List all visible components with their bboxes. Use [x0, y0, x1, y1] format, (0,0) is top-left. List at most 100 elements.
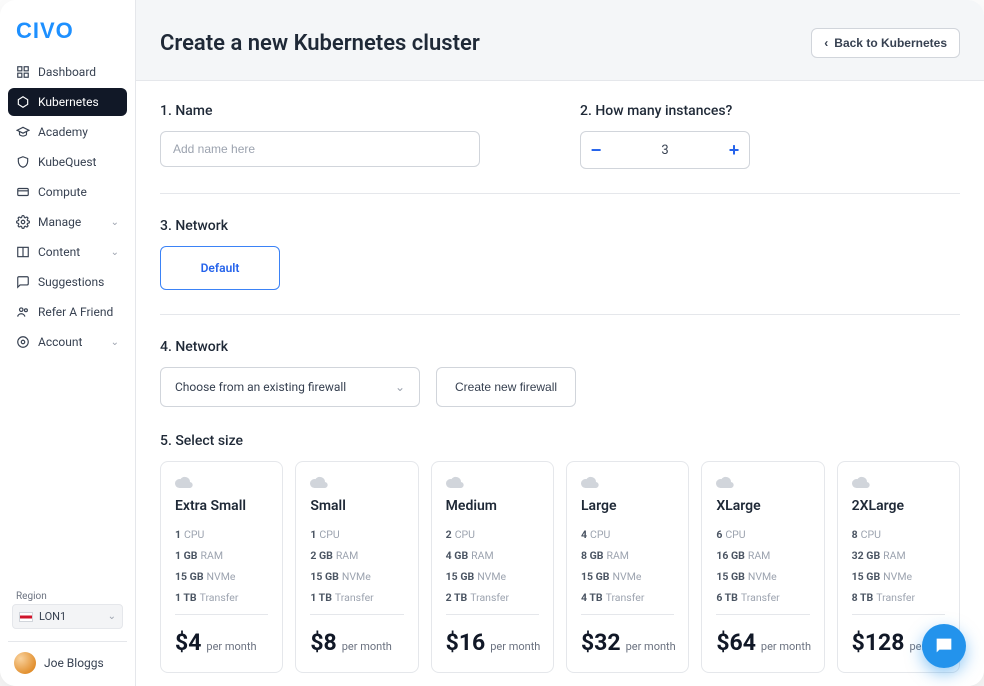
sidebar-item-suggestions[interactable]: Suggestions [8, 268, 127, 296]
nvme-spec: 15 GBNVMe [581, 570, 674, 583]
price-row: $64 per month [716, 614, 809, 656]
region-value: LON1 [39, 610, 66, 623]
gear-icon [16, 215, 30, 229]
size-name: 2XLarge [852, 498, 945, 514]
size-card-large[interactable]: Large 4CPU 8 GBRAM 15 GBNVMe 4 TBTransfe… [566, 461, 689, 673]
chevron-down-icon: ⌄ [108, 611, 116, 622]
cloud-icon [175, 476, 268, 492]
nvme-spec: 15 GBNVMe [852, 570, 945, 583]
user-name: Joe Bloggs [44, 656, 104, 670]
ram-spec: 16 GBRAM [716, 549, 809, 562]
sidebar-item-label: Account [38, 335, 82, 349]
chevron-down-icon: ⌄ [395, 380, 405, 394]
sidebar-item-label: Refer A Friend [38, 305, 113, 319]
sidebar-item-label: Manage [38, 215, 81, 229]
network-default-option[interactable]: Default [160, 246, 280, 290]
sidebar-item-label: Kubernetes [38, 95, 99, 109]
size-card-extra-small[interactable]: Extra Small 1CPU 1 GBRAM 15 GBNVMe 1 TBT… [160, 461, 283, 673]
stepper-decrement-button[interactable]: − [581, 132, 611, 168]
sidebar-nav: Dashboard Kubernetes Academy KubeQuest C… [8, 58, 127, 583]
kubernetes-icon [16, 95, 30, 109]
sidebar-item-kubequest[interactable]: KubeQuest [8, 148, 127, 176]
form-content: 1. Name 2. How many instances? − 3 + 3. … [136, 81, 984, 686]
ram-spec: 32 GBRAM [852, 549, 945, 562]
academy-icon [16, 125, 30, 139]
ram-spec: 4 GBRAM [446, 549, 539, 562]
sidebar-item-manage[interactable]: Manage ⌄ [8, 208, 127, 236]
price-row: $8 per month [310, 614, 403, 656]
grid-icon [16, 65, 30, 79]
sidebar-item-kubernetes[interactable]: Kubernetes [8, 88, 127, 116]
divider [160, 193, 960, 194]
region-select[interactable]: LON1 ⌄ [12, 604, 123, 629]
cpu-spec: 1CPU [310, 528, 403, 541]
sidebar-item-academy[interactable]: Academy [8, 118, 127, 146]
per-month-label: per month [626, 640, 676, 653]
sidebar-item-content[interactable]: Content ⌄ [8, 238, 127, 266]
nvme-spec: 15 GBNVMe [310, 570, 403, 583]
step2-title: 2. How many instances? [580, 103, 960, 119]
firewall-select[interactable]: Choose from an existing firewall ⌄ [160, 367, 420, 407]
card-icon [16, 185, 30, 199]
cloud-icon [581, 476, 674, 492]
ram-spec: 2 GBRAM [310, 549, 403, 562]
step4-title: 4. Network [160, 339, 960, 355]
sidebar-item-account[interactable]: Account ⌄ [8, 328, 127, 356]
shield-icon [16, 155, 30, 169]
nvme-spec: 15 GBNVMe [446, 570, 539, 583]
create-firewall-button[interactable]: Create new firewall [436, 367, 576, 407]
cpu-spec: 4CPU [581, 528, 674, 541]
transfer-spec: 2 TBTransfer [446, 591, 539, 604]
page-title: Create a new Kubernetes cluster [160, 31, 480, 56]
ram-spec: 8 GBRAM [581, 549, 674, 562]
flag-uk-icon [19, 612, 33, 622]
price: $4 [175, 629, 201, 656]
cloud-icon [310, 476, 403, 492]
svg-text:CIVO: CIVO [16, 20, 74, 42]
size-name: Extra Small [175, 498, 268, 514]
region-label: Region [12, 589, 123, 604]
chat-widget[interactable] [922, 624, 966, 668]
nvme-spec: 15 GBNVMe [175, 570, 268, 583]
size-card-xlarge[interactable]: XLarge 6CPU 16 GBRAM 15 GBNVMe 6 TBTrans… [701, 461, 824, 673]
instance-count-stepper: − 3 + [580, 131, 750, 169]
network-default-label: Default [201, 261, 240, 275]
sidebar-item-label: Content [38, 245, 80, 259]
sidebar-item-dashboard[interactable]: Dashboard [8, 58, 127, 86]
price-row: $32 per month [581, 614, 674, 656]
size-card-medium[interactable]: Medium 2CPU 4 GBRAM 15 GBNVMe 2 TBTransf… [431, 461, 554, 673]
stepper-increment-button[interactable]: + [719, 132, 749, 168]
user-menu[interactable]: Joe Bloggs [8, 641, 127, 686]
back-to-kubernetes-button[interactable]: ‹ Back to Kubernetes [811, 28, 960, 58]
transfer-spec: 8 TBTransfer [852, 591, 945, 604]
transfer-spec: 1 TBTransfer [310, 591, 403, 604]
chevron-down-icon: ⌄ [111, 247, 119, 258]
cluster-name-input[interactable] [160, 131, 480, 167]
transfer-spec: 6 TBTransfer [716, 591, 809, 604]
sidebar-item-compute[interactable]: Compute [8, 178, 127, 206]
sidebar: CIVO Dashboard Kubernetes Academy KubeQu… [0, 0, 136, 686]
region-block: Region LON1 ⌄ [8, 583, 127, 633]
sidebar-item-refer[interactable]: Refer A Friend [8, 298, 127, 326]
size-card-small[interactable]: Small 1CPU 2 GBRAM 15 GBNVMe 1 TBTransfe… [295, 461, 418, 673]
size-name: Medium [446, 498, 539, 514]
chevron-down-icon: ⌄ [111, 217, 119, 228]
gear-icon [16, 335, 30, 349]
main: Create a new Kubernetes cluster ‹ Back t… [136, 0, 984, 686]
firewall-select-label: Choose from an existing firewall [175, 380, 346, 394]
price-row: $4 per month [175, 614, 268, 656]
price: $16 [446, 629, 486, 656]
transfer-spec: 1 TBTransfer [175, 591, 268, 604]
per-month-label: per month [342, 640, 392, 653]
cpu-spec: 6CPU [716, 528, 809, 541]
price: $8 [310, 629, 336, 656]
transfer-spec: 4 TBTransfer [581, 591, 674, 604]
price-row: $16 per month [446, 614, 539, 656]
per-month-label: per month [206, 640, 256, 653]
cpu-spec: 1CPU [175, 528, 268, 541]
avatar [14, 652, 36, 674]
cloud-icon [852, 476, 945, 492]
price: $128 [852, 629, 905, 656]
chat-bubble-icon [933, 635, 955, 657]
cloud-icon [716, 476, 809, 492]
